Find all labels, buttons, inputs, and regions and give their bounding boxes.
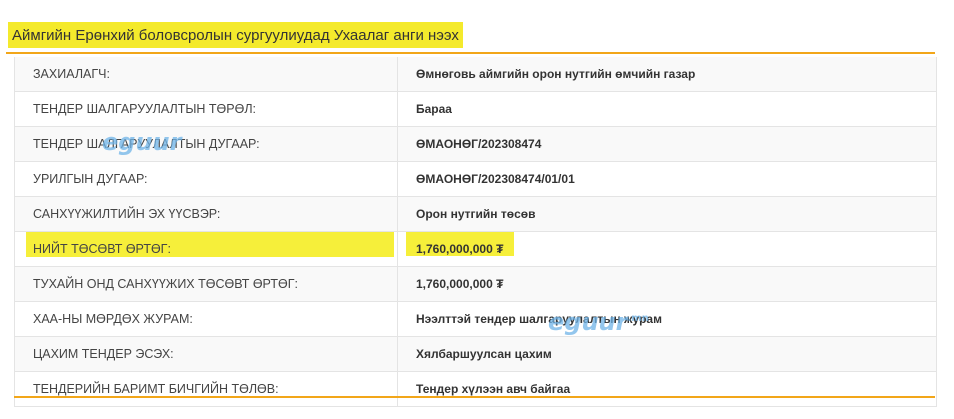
row-label: ЦАХИМ ТЕНДЕР ЭСЭХ: — [15, 337, 398, 371]
table-row: УРИЛГЫН ДУГААР: ӨМАОНӨГ/202308474/01/01 — [15, 162, 936, 197]
row-value: Тендер хүлээн авч байгаа — [416, 382, 571, 396]
row-value: Орон нутгийн төсөв — [416, 207, 536, 221]
row-label: ТЕНДЕР ШАЛГАРУУЛАЛТЫН ТӨРӨЛ: — [15, 92, 398, 126]
table-row: ТУХАЙН ОНД САНХҮҮЖИХ ТӨСӨВТ ӨРТӨГ: 1,760… — [15, 267, 936, 302]
title-underline — [6, 52, 935, 54]
table-row: САНХҮҮЖИЛТИЙН ЭХ ҮҮСВЭР: Орон нутгийн тө… — [15, 197, 936, 232]
table-row: ЦАХИМ ТЕНДЕР ЭСЭХ: Хялбаршуулсан цахим — [15, 337, 936, 372]
watermark-suffix: .mn — [627, 313, 649, 324]
table-row: ЗАХИАЛАГЧ: Өмнөговь аймгийн орон нутгийн… — [15, 57, 936, 92]
row-label: САНХҮҮЖИЛТИЙН ЭХ ҮҮСВЭР: — [15, 197, 398, 231]
watermark-logo: eguur — [102, 128, 181, 156]
row-value: 1,760,000,000 ₮ — [416, 277, 504, 291]
table-row: ТЕНДЕРИЙН БАРИМТ БИЧГИЙН ТӨЛӨВ: Тендер х… — [15, 372, 936, 407]
row-label: ТУХАЙН ОНД САНХҮҮЖИХ ТӨСӨВТ ӨРТӨГ: — [15, 267, 398, 301]
row-value: Бараа — [416, 102, 452, 116]
row-value: Хялбаршуулсан цахим — [416, 347, 552, 361]
page-title: Аймгийн Ерөнхий боловсролын сургуулиудад… — [8, 22, 463, 48]
tender-info-table: ЗАХИАЛАГЧ: Өмнөговь аймгийн орон нутгийн… — [14, 57, 937, 407]
row-label: ТЕНДЕР ШАЛГАРУУЛАЛТЫН ДУГААР: — [15, 127, 398, 161]
row-label: ХАА-НЫ МӨРДӨХ ЖУРАМ: — [15, 302, 398, 336]
row-value: ӨМАОНӨГ/202308474/01/01 — [416, 172, 575, 186]
watermark-logo: eguur.mn — [548, 308, 649, 336]
row-value: ӨМАОНӨГ/202308474 — [416, 137, 542, 151]
table-row: ТЕНДЕР ШАЛГАРУУЛАЛТЫН ТӨРӨЛ: Бараа — [15, 92, 936, 127]
row-value: Өмнөговь аймгийн орон нутгийн өмчийн газ… — [416, 67, 696, 81]
table-row-total-budget: НИЙТ ТӨСӨВТ ӨРТӨГ: 1,760,000,000 ₮ — [15, 232, 936, 267]
row-label: НИЙТ ТӨСӨВТ ӨРТӨГ: — [15, 232, 398, 266]
watermark-text: eguur — [102, 128, 182, 156]
row-label: ТЕНДЕРИЙН БАРИМТ БИЧГИЙН ТӨЛӨВ: — [15, 372, 398, 406]
row-label: ЗАХИАЛАГЧ: — [15, 57, 398, 91]
table-bottom-line — [14, 396, 935, 398]
row-label: УРИЛГЫН ДУГААР: — [15, 162, 398, 196]
table-row: ХАА-НЫ МӨРДӨХ ЖУРАМ: Нээлттэй тендер шал… — [15, 302, 936, 337]
row-value: 1,760,000,000 ₮ — [416, 242, 504, 256]
watermark-text: eguur — [548, 308, 628, 336]
